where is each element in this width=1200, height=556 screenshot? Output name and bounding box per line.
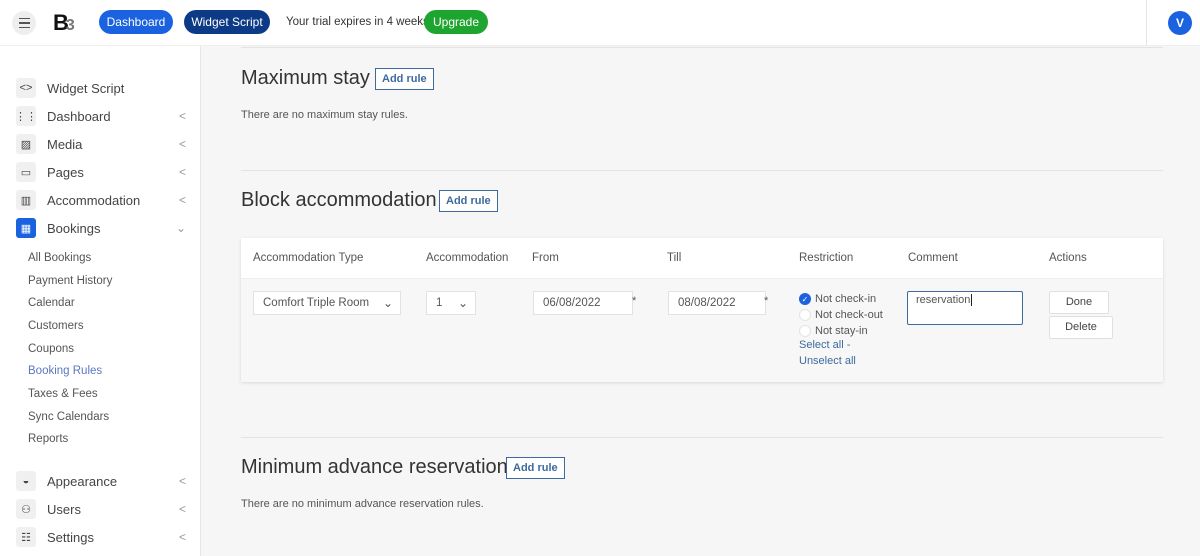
page-icon: ▭ bbox=[16, 162, 36, 182]
sidebar-item-label: Settings bbox=[47, 529, 94, 545]
from-date-input[interactable]: 06/08/2022 bbox=[533, 291, 633, 315]
sidebar-item-accommodation[interactable]: ▥ Accommodation < bbox=[16, 189, 186, 211]
upgrade-button[interactable]: Upgrade bbox=[424, 10, 488, 34]
sidebar-item-label: Appearance bbox=[47, 473, 118, 489]
min-advance-empty-text: There are no minimum advance reservation… bbox=[241, 498, 484, 510]
divider bbox=[241, 437, 1163, 438]
checked-icon: ✓ bbox=[799, 293, 811, 305]
building-icon: ▥ bbox=[16, 190, 36, 210]
column-header: Till bbox=[667, 252, 682, 264]
select-value: Comfort Triple Room bbox=[263, 297, 370, 309]
unselect-all-link[interactable]: Unselect all bbox=[799, 355, 883, 371]
logo[interactable]: B3 bbox=[53, 10, 75, 36]
sidebar-item-appearance[interactable]: ◒ Appearance < bbox=[16, 470, 186, 492]
chevron-left-icon: < bbox=[178, 193, 186, 207]
sidebar-sub-taxes-fees[interactable]: Taxes & Fees bbox=[28, 388, 98, 400]
sidebar-item-label: Media bbox=[47, 136, 83, 152]
chevron-left-icon: < bbox=[178, 530, 186, 544]
table-header: Accommodation Type Accommodation From Ti… bbox=[241, 238, 1163, 279]
block-add-rule-button[interactable]: Add rule bbox=[439, 190, 498, 212]
sidebar-item-label: Users bbox=[47, 501, 81, 517]
widget-script-button[interactable]: Widget Script bbox=[184, 10, 270, 34]
chevron-down-icon: ⌄ bbox=[382, 296, 393, 310]
sidebar-item-bookings[interactable]: ▦ Bookings ⌄ bbox=[16, 217, 186, 239]
accommodation-select[interactable]: 1 ⌄ bbox=[426, 291, 476, 315]
header-divider bbox=[1146, 0, 1147, 46]
sidebar-sub-calendar[interactable]: Calendar bbox=[28, 297, 75, 309]
dashboard-button[interactable]: Dashboard bbox=[99, 10, 173, 34]
sidebar-item-media[interactable]: ▨ Media < bbox=[16, 133, 186, 155]
chevron-left-icon: < bbox=[178, 165, 186, 179]
grid-icon: ⋮⋮ bbox=[15, 106, 37, 126]
image-icon: ▨ bbox=[16, 134, 36, 154]
sidebar-item-label: Bookings bbox=[47, 220, 101, 236]
sidebar-sub-reports[interactable]: Reports bbox=[28, 433, 68, 445]
sidebar-item-label: Pages bbox=[47, 164, 84, 180]
column-header: Comment bbox=[908, 252, 958, 264]
sidebar: <> Widget Script ⋮⋮ Dashboard < ▨ Media < ▭ Pa… bbox=[0, 46, 201, 556]
block-rules-table: Accommodation Type Accommodation From Ti… bbox=[241, 238, 1163, 382]
max-stay-title: Maximum stay bbox=[241, 67, 370, 89]
code-icon: <> bbox=[16, 78, 36, 98]
avatar[interactable]: V bbox=[1168, 11, 1192, 35]
trial-notice: Your trial expires in 4 weeks bbox=[286, 16, 429, 28]
min-advance-add-rule-button[interactable]: Add rule bbox=[506, 457, 565, 479]
sidebar-item-label: Dashboard bbox=[47, 108, 111, 124]
sidebar-sub-payment-history[interactable]: Payment History bbox=[28, 275, 112, 287]
chevron-left-icon: < bbox=[178, 137, 186, 151]
menu-toggle-button[interactable] bbox=[12, 11, 36, 35]
restriction-label: Not stay-in bbox=[815, 325, 868, 337]
chevron-left-icon: < bbox=[178, 502, 186, 516]
chevron-left-icon: < bbox=[178, 109, 186, 123]
chevron-left-icon: < bbox=[178, 474, 186, 488]
sidebar-sub-customers[interactable]: Customers bbox=[28, 320, 84, 332]
column-header: Restriction bbox=[799, 252, 854, 264]
column-header: Accommodation bbox=[426, 252, 509, 264]
select-value: 1 bbox=[436, 297, 443, 309]
restriction-not-stay-in[interactable]: Not stay-in bbox=[799, 323, 883, 339]
divider bbox=[241, 170, 1163, 171]
sidebar-sub-sync-calendars[interactable]: Sync Calendars bbox=[28, 411, 109, 423]
sidebar-item-label: Accommodation bbox=[47, 192, 141, 208]
top-header: B3 Dashboard Widget Script Your trial ex… bbox=[0, 0, 1200, 46]
sidebar-item-label: Widget Script bbox=[47, 80, 125, 96]
sidebar-item-settings[interactable]: ☷ Settings < bbox=[16, 526, 186, 548]
till-date-input[interactable]: 08/08/2022 bbox=[668, 291, 766, 315]
sidebar-sub-booking-rules[interactable]: Booking Rules bbox=[28, 365, 102, 377]
sidebar-item-dashboard[interactable]: ⋮⋮ Dashboard < bbox=[15, 105, 186, 127]
calendar-icon: ▦ bbox=[16, 218, 36, 238]
max-stay-empty-text: There are no maximum stay rules. bbox=[241, 109, 408, 121]
block-accommodation-title: Block accommodation bbox=[241, 189, 437, 211]
restriction-not-check-in[interactable]: ✓ Not check-in bbox=[799, 291, 883, 307]
column-header: Accommodation Type bbox=[253, 252, 364, 264]
chevron-down-icon: ⌄ bbox=[457, 296, 468, 310]
max-stay-add-rule-button[interactable]: Add rule bbox=[375, 68, 434, 90]
select-all-link[interactable]: Select all - bbox=[799, 339, 883, 355]
sidebar-item-widget-script[interactable]: <> Widget Script bbox=[16, 77, 186, 99]
accommodation-type-select[interactable]: Comfort Triple Room ⌄ bbox=[253, 291, 401, 315]
delete-button[interactable]: Delete bbox=[1049, 316, 1113, 339]
sliders-icon: ☷ bbox=[16, 527, 36, 547]
sidebar-sub-coupons[interactable]: Coupons bbox=[28, 343, 74, 355]
chevron-down-icon: ⌄ bbox=[175, 221, 186, 235]
sidebar-item-users[interactable]: ⚇ Users < bbox=[16, 498, 186, 520]
restriction-group: ✓ Not check-in Not check-out Not stay-in … bbox=[799, 291, 883, 371]
min-advance-title: Minimum advance reservation bbox=[241, 456, 508, 478]
sidebar-sub-all-bookings[interactable]: All Bookings bbox=[28, 252, 91, 264]
paint-bucket-icon: ◒ bbox=[16, 471, 36, 491]
column-header: Actions bbox=[1049, 252, 1087, 264]
restriction-not-check-out[interactable]: Not check-out bbox=[799, 307, 883, 323]
restriction-label: Not check-in bbox=[815, 293, 877, 305]
restriction-label: Not check-out bbox=[815, 309, 883, 321]
done-button[interactable]: Done bbox=[1049, 291, 1109, 314]
comment-textarea[interactable]: reservation bbox=[907, 291, 1023, 325]
comment-value: reservation bbox=[916, 294, 971, 306]
column-header: From bbox=[532, 252, 559, 264]
divider bbox=[241, 47, 1163, 48]
users-icon: ⚇ bbox=[16, 499, 36, 519]
required-mark: * bbox=[632, 295, 637, 307]
sidebar-item-pages[interactable]: ▭ Pages < bbox=[16, 161, 186, 183]
required-mark: * bbox=[764, 295, 769, 307]
